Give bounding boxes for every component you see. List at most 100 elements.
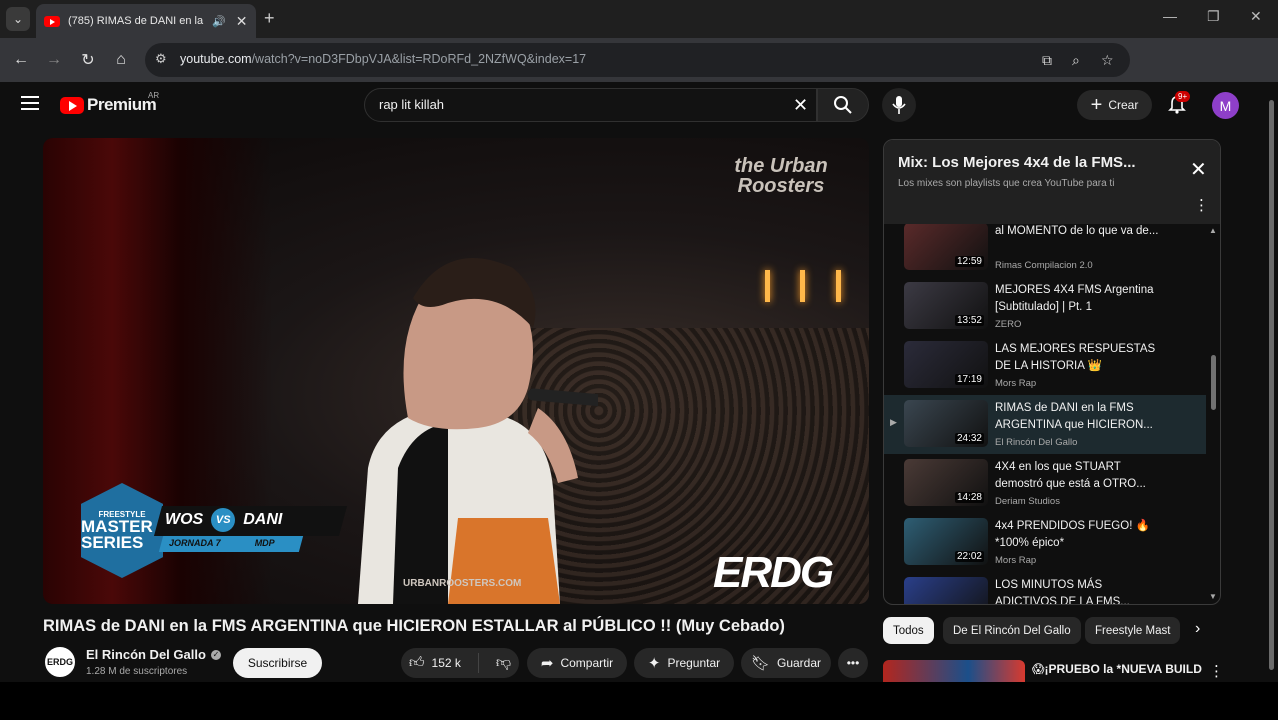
zoom-icon[interactable]: ⌕ [1072,52,1080,69]
logo-text: Premium [87,95,157,114]
playlist-item-thumbnail[interactable]: 12:59 [904,224,988,270]
create-button[interactable]: + Crear [1077,90,1152,120]
thumbs-down-icon[interactable]: 👎︎ [496,654,511,672]
url-text[interactable]: youtube.com/watch?v=noD3FDbpVJA&list=RDo… [180,52,586,66]
notification-badge: 9+ [1175,91,1191,102]
tab-close-icon[interactable]: ✕ [236,13,248,30]
playlist-item[interactable]: 13:52 MEJORES 4X4 FMS Argentina [Subtitul… [884,277,1206,336]
restore-icon[interactable]: ❐ [1207,8,1220,25]
scroll-down-icon[interactable]: ▼ [1209,592,1217,601]
share-button[interactable]: ➦ Compartir [527,648,627,678]
playlist-item-thumbnail[interactable]: 13:52 [904,282,988,329]
chips-next-chevron-icon[interactable]: › [1195,620,1200,638]
playlist-item-duration: 22:02 [954,551,984,562]
playlist-item-duration: 13:52 [954,315,984,326]
playlist-item-title[interactable]: LOS MINUTOS MÁS ADICTIVOS DE LA FMS... [995,577,1165,604]
now-playing-icon: ▶ [890,417,897,427]
filter-chip[interactable]: Todos [883,617,934,644]
playlist-item-channel: Rimas Compilacion 2.0 [995,260,1093,271]
address-bar[interactable]: ⚙ youtube.com/watch?v=noD3FDbpVJA&list=R… [145,43,1275,77]
playlist-item-title[interactable]: LAS MEJORES RESPUESTAS DE LA HISTORIA 👑 [995,341,1165,375]
tab-title: (785) RIMAS de DANI en la FMS ARGENTINA [68,15,206,27]
masthead: Premium AR rap lit killah ✕ + Crear 9+ M [0,82,1278,128]
new-tab-icon[interactable]: + [264,8,275,29]
hamburger-menu-icon[interactable] [21,96,39,110]
filter-chip[interactable]: Freestyle Mast [1085,617,1181,644]
search-query: rap lit killah [379,97,445,112]
home-icon[interactable]: ⌂ [110,49,132,71]
playlist-scrollbar[interactable] [1211,355,1216,410]
playlist-item-channel: Mors Rap [995,378,1037,389]
close-playlist-icon[interactable]: ✕ [1190,157,1207,182]
country-code: AR [148,91,160,100]
playlist-item-thumbnail[interactable]: 14:28 [904,459,988,506]
clear-search-icon[interactable]: ✕ [793,95,808,116]
recommended-thumbnail[interactable] [883,660,1025,682]
playlist-item[interactable]: 14:28 4X4 en los que STUART demostró que … [884,454,1206,513]
playlist-item-thumbnail[interactable]: 17:19 [904,341,988,388]
channel-watermark: ERDG [713,548,834,597]
audio-playing-icon[interactable]: 🔊 [212,15,226,28]
forward-icon[interactable]: → [43,49,65,71]
more-actions-button[interactable]: ••• [838,648,868,678]
playlist-item[interactable]: ▶ 24:32 RIMAS de DANI en la FMS ARGENTINA … [884,395,1206,454]
playlist-item-duration: 14:28 [954,492,984,503]
search-icon [834,96,852,114]
like-button[interactable]: 👍︎ 152 k [409,654,461,672]
channel-name-link[interactable]: El Rincón Del Gallo ✓ [86,647,221,662]
playlist-panel: Mix: Los Mejores 4x4 de la FMS... Los mi… [883,139,1221,605]
tab-search-chevron-icon[interactable]: ⌄ [6,7,30,31]
thumbs-up-icon: 👍︎ [408,654,425,671]
back-icon[interactable]: ← [10,49,32,71]
playlist-item-title[interactable]: MEJORES 4X4 FMS Argentina [Subtitulado] … [995,282,1165,316]
playlist-item-title[interactable]: 4X4 en los que STUART demostró que está … [995,459,1165,493]
playlist-item[interactable]: 13:30 LOS MINUTOS MÁS ADICTIVOS DE LA FMS… [884,572,1206,604]
playlist-item[interactable]: 12:59 al MOMENTO de lo que va de... Rimas … [884,224,1206,277]
playlist-item[interactable]: 22:02 4x4 PRENDIDOS FUEGO! 🔥 *100% épico*… [884,513,1206,572]
save-button[interactable]: 🔖︎ Guardar [741,648,831,678]
playlist-title[interactable]: Mix: Los Mejores 4x4 de la FMS... [898,154,1158,171]
bookmark-star-icon[interactable]: ☆ [1101,52,1114,69]
recommended-video[interactable]: 😱¡PRUEBO la *NUEVA BUILD ⋮ [883,660,1224,682]
site-info-icon[interactable]: ⚙ [155,51,167,67]
versus-lower-third: WOS VS DANI [165,508,282,532]
playlist-item-channel: El Rincón Del Gallo [995,437,1078,448]
page-scrollbar[interactable] [1269,100,1274,670]
stage-light [765,270,770,302]
playlist-item-title[interactable]: al MOMENTO de lo que va de... [995,224,1165,240]
browser-tab-bar: ⌄ (785) RIMAS de DANI en la FMS ARGENTIN… [0,0,1278,38]
playlist-item-thumbnail[interactable]: 22:02 [904,518,988,565]
recommended-title[interactable]: 😱¡PRUEBO la *NUEVA BUILD [1032,661,1202,677]
window-close-icon[interactable]: ✕ [1250,8,1262,25]
search-input[interactable]: rap lit killah ✕ [364,88,817,122]
save-bookmark-icon: 🔖︎ [750,655,770,672]
browser-tab-active[interactable]: (785) RIMAS de DANI en la FMS ARGENTINA … [36,4,256,38]
stage-light [836,270,841,302]
account-avatar[interactable]: M [1212,92,1239,119]
youtube-premium-logo[interactable]: Premium AR [60,91,159,115]
search-button[interactable] [817,88,869,122]
install-app-icon[interactable]: ⧉ [1042,52,1052,69]
scroll-up-icon[interactable]: ▲ [1209,226,1217,235]
playlist-item-title[interactable]: RIMAS de DANI en la FMS ARGENTINA que HI… [995,400,1165,434]
video-player[interactable]: the Urban Roosters FREESTYLE MASTER SERI… [43,138,869,604]
ask-button[interactable]: ✦ Preguntar [634,648,734,678]
subscribe-button[interactable]: Suscribirse [233,648,322,678]
filter-chip[interactable]: De El Rincón Del Gallo [943,617,1081,644]
plus-icon: + [1090,93,1103,116]
channel-avatar[interactable]: ERDG [43,645,77,679]
playlist-item-duration: 17:19 [954,374,984,385]
playlist-item-title[interactable]: 4x4 PRENDIDOS FUEGO! 🔥 *100% épico* [995,518,1165,552]
playlist-item-thumbnail[interactable]: 24:32 [904,400,988,447]
reload-icon[interactable]: ↻ [77,49,99,71]
jornada-label: JORNADA 7 MDP [169,538,275,548]
recommended-menu-icon[interactable]: ⋮ [1209,662,1224,680]
playlist-item-thumbnail[interactable]: 13:30 [904,577,988,604]
playlist-menu-icon[interactable]: ⋮ [1194,196,1209,214]
browser-toolbar: ← → ↻ ⌂ ⚙ youtube.com/watch?v=noD3FDbpVJ… [0,38,1278,108]
minimize-icon[interactable]: — [1163,8,1177,24]
urban-roosters-url: URBANROOSTERS.COM [403,578,522,589]
voice-search-button[interactable] [882,88,916,122]
like-count: 152 k [431,656,461,670]
playlist-item[interactable]: 17:19 LAS MEJORES RESPUESTAS DE LA HISTOR… [884,336,1206,395]
